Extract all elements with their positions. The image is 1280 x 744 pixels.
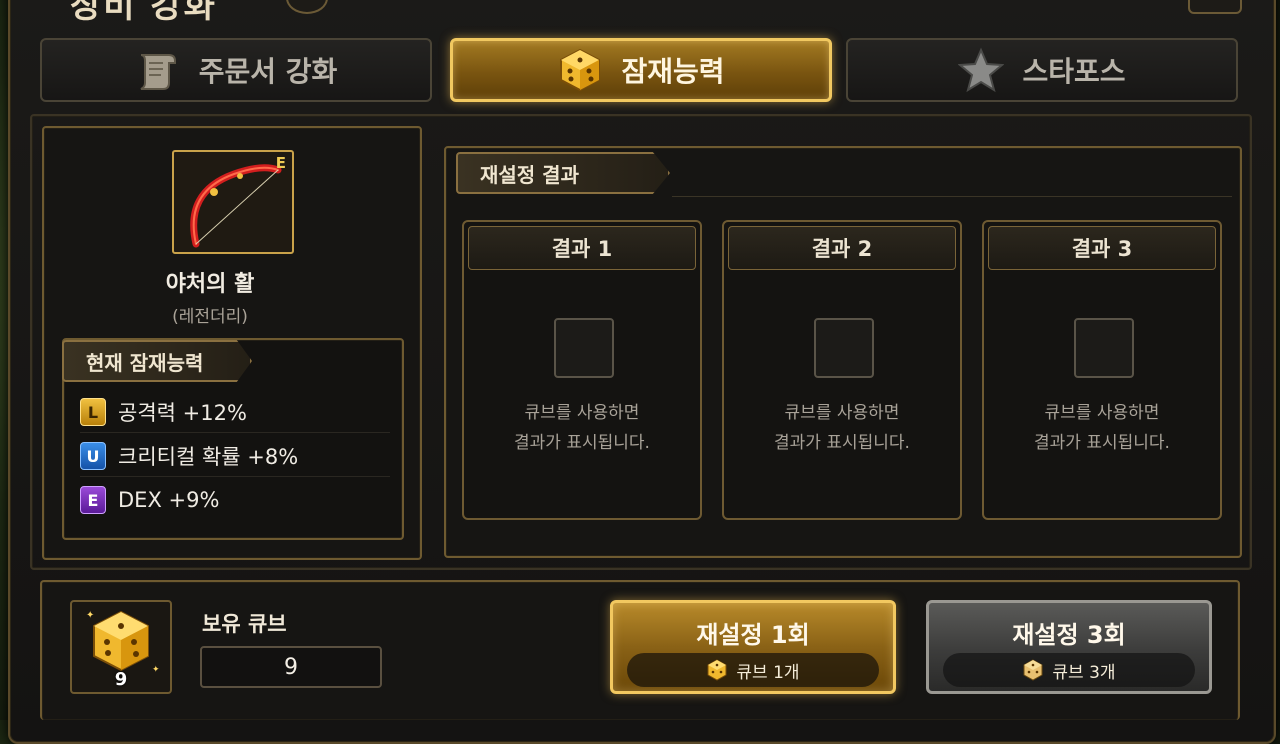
result-title: 결과 1 (468, 226, 696, 270)
potential-text: DEX +9% (118, 488, 220, 512)
button-label: 재설정 1회 (696, 621, 810, 649)
result-card-3: 결과 3 큐브를 사용하면 결과가 표시됩니다. (982, 220, 1222, 520)
result-title: 결과 2 (728, 226, 956, 270)
result-slot (814, 318, 874, 378)
button-cost: 큐브 1개 (627, 653, 879, 687)
svg-text:✦: ✦ (86, 610, 94, 621)
unique-grade-icon: U (80, 442, 106, 470)
potential-text: 크리티컬 확률 +8% (118, 445, 299, 469)
cube-icon (707, 659, 727, 681)
item-slot[interactable]: E (172, 150, 294, 254)
result-card-2: 결과 2 큐브를 사용하면 결과가 표시됩니다. (722, 220, 962, 520)
cube-icon (557, 47, 603, 93)
potential-text: 공격력 +12% (118, 401, 247, 425)
reset-thrice-button[interactable]: 재설정 3회 큐브 3개 (926, 600, 1212, 694)
owned-cube-count: 9 (200, 646, 382, 688)
cube-count-badge: 9 (114, 669, 128, 690)
star-icon (958, 47, 1005, 93)
button-cost: 큐브 3개 (943, 653, 1195, 687)
bow-icon (190, 164, 282, 248)
current-potential-header: 현재 잠재능력 (62, 340, 252, 382)
potential-line: U 크리티컬 확률 +8% (80, 436, 390, 477)
item-rarity: (레전더리) (172, 307, 248, 327)
result-placeholder: 큐브를 사용하면 결과가 표시됩니다. (514, 403, 650, 453)
header-divider (672, 196, 1232, 197)
epic-grade-icon: E (80, 486, 106, 514)
potential-line: L 공격력 +12% (80, 392, 390, 433)
tab-starforce[interactable]: 스타포스 (846, 38, 1238, 102)
tab-label: 잠재능력 (621, 55, 725, 88)
scroll-icon (135, 47, 181, 93)
cube-inventory-slot: ✦ ✦ 9 (70, 600, 172, 694)
result-placeholder: 큐브를 사용하면 결과가 표시됩니다. (774, 403, 910, 453)
result-card-1: 결과 1 큐브를 사용하면 결과가 표시됩니다. (462, 220, 702, 520)
legendary-grade-icon: L (80, 398, 106, 426)
result-placeholder: 큐브를 사용하면 결과가 표시됩니다. (1034, 403, 1170, 453)
window-title: 장비 강화 (70, 0, 217, 26)
result-title: 결과 3 (988, 226, 1216, 270)
item-name: 야처의 활 (165, 272, 255, 297)
result-slot (554, 318, 614, 378)
potential-line: E DEX +9% (80, 480, 390, 520)
result-slot (1074, 318, 1134, 378)
reset-once-button[interactable]: 재설정 1회 큐브 1개 (610, 600, 896, 694)
tab-scroll-enhance[interactable]: 주문서 강화 (40, 38, 432, 102)
item-grade-mark: E (275, 154, 286, 172)
close-button[interactable] (1188, 0, 1242, 14)
owned-cube-label: 보유 큐브 (202, 612, 287, 636)
tab-label: 주문서 강화 (198, 55, 338, 88)
tab-potential[interactable]: 잠재능력 (450, 38, 832, 102)
results-header: 재설정 결과 (456, 152, 670, 194)
button-label: 재설정 3회 (1012, 621, 1126, 649)
tab-label: 스타포스 (1022, 55, 1126, 88)
cube-icon (1023, 659, 1043, 681)
